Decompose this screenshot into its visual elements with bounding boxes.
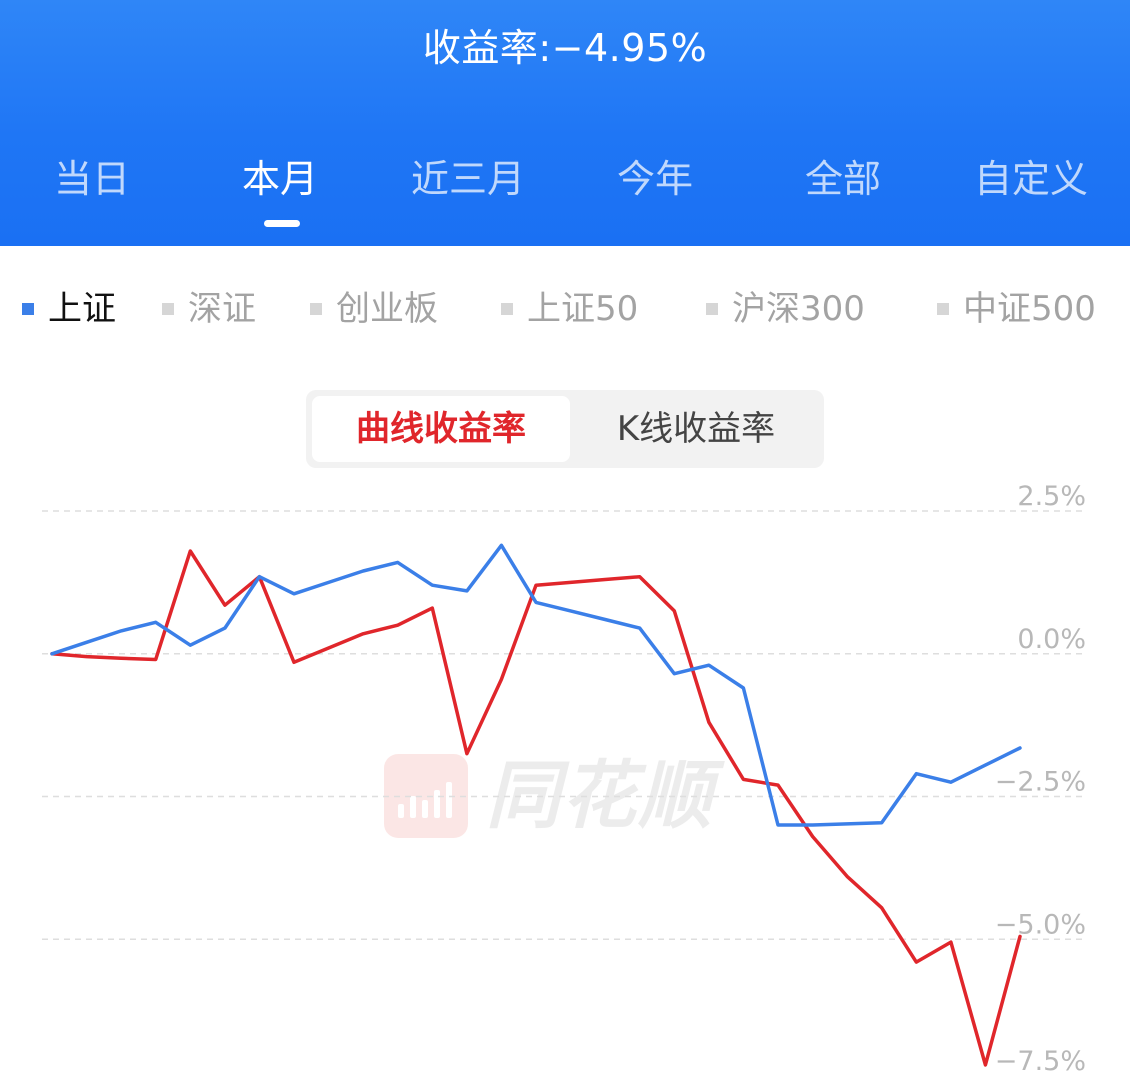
y-tick-label: −5.0% bbox=[995, 909, 1086, 940]
index-csi500[interactable]: 中证500 bbox=[937, 284, 1096, 334]
index-chinext[interactable]: 创业板 bbox=[310, 284, 438, 334]
y-tick-label: −2.5% bbox=[995, 767, 1086, 798]
index-label: 深证 bbox=[188, 289, 256, 329]
tab-today[interactable]: 当日 bbox=[54, 150, 130, 208]
kline-return-button[interactable]: K线收益率 bbox=[572, 396, 820, 462]
index-shanghai[interactable]: 上证 bbox=[22, 284, 116, 334]
index-csi300[interactable]: 沪深300 bbox=[706, 284, 865, 334]
y-tick-label: 2.5% bbox=[1017, 481, 1086, 512]
index-shenzhen[interactable]: 深证 bbox=[162, 284, 256, 334]
portfolio-return-line bbox=[50, 549, 1022, 1067]
index-marker bbox=[22, 303, 34, 315]
return-chart: 2.5% 0.0% −2.5% −5.0% −7.5% bbox=[42, 481, 1086, 1077]
index-marker bbox=[310, 303, 322, 315]
index-selector: 上证 深证 创业板 上证50 沪深300 中证500 bbox=[0, 284, 1130, 334]
index-label: 上证50 bbox=[527, 289, 639, 329]
tab-this-month[interactable]: 本月 bbox=[242, 150, 318, 208]
index-marker bbox=[937, 303, 949, 315]
index-label: 沪深300 bbox=[732, 289, 865, 329]
index-label: 上证 bbox=[48, 289, 116, 329]
index-sse50[interactable]: 上证50 bbox=[501, 284, 638, 334]
y-tick-label: −7.5% bbox=[995, 1046, 1086, 1077]
active-tab-indicator bbox=[264, 220, 300, 227]
tab-custom[interactable]: 自定义 bbox=[974, 150, 1088, 208]
tab-this-year[interactable]: 今年 bbox=[617, 150, 693, 208]
period-tabs: 当日 本月 近三月 今年 全部 自定义 bbox=[0, 150, 1130, 210]
index-label: 创业板 bbox=[336, 289, 438, 329]
index-marker bbox=[162, 303, 174, 315]
index-marker bbox=[501, 303, 513, 315]
return-rate-title: 收益率:−4.95% bbox=[422, 26, 708, 70]
tab-all[interactable]: 全部 bbox=[805, 150, 881, 208]
index-marker bbox=[706, 303, 718, 315]
chart-type-toggle: 曲线收益率 K线收益率 bbox=[306, 390, 824, 468]
curve-return-button[interactable]: 曲线收益率 bbox=[312, 396, 570, 462]
y-tick-label: 0.0% bbox=[1017, 624, 1086, 655]
index-label: 中证500 bbox=[963, 289, 1096, 329]
tab-three-months[interactable]: 近三月 bbox=[411, 150, 525, 208]
header-bar: 收益率:−4.95% 当日 本月 近三月 今年 全部 自定义 bbox=[0, 0, 1130, 246]
